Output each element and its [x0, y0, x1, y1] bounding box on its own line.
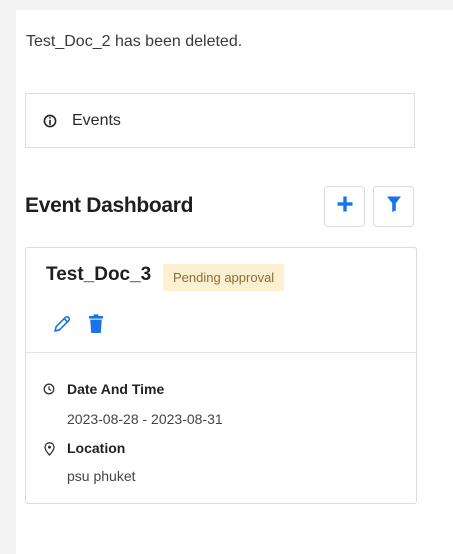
location-pin-icon [44, 442, 55, 461]
events-section[interactable]: Events [25, 93, 415, 148]
delete-icon[interactable] [88, 314, 104, 339]
location-label: Location [67, 440, 126, 456]
add-event-button[interactable] [324, 186, 365, 227]
deletion-notice: Test_Doc_2 has been deleted. [26, 33, 243, 50]
date-value: 2023-08-28 - 2023-08-31 [67, 411, 223, 427]
plus-icon [336, 195, 354, 218]
status-badge: Pending approval [163, 264, 285, 291]
event-name: Test_Doc_3 [46, 264, 152, 285]
app-frame: Test_Doc_2 has been deleted. Events Even… [0, 0, 453, 554]
clock-icon [43, 382, 55, 400]
dashboard-title: Event Dashboard [25, 194, 194, 217]
date-label: Date And Time [67, 381, 165, 397]
filter-icon [386, 195, 402, 218]
card-divider [26, 352, 416, 353]
event-card[interactable]: Test_Doc_3 Pending approval Date And Tim… [25, 247, 417, 504]
events-label: Events [72, 112, 121, 129]
filter-button[interactable] [373, 186, 414, 227]
edit-icon[interactable] [52, 314, 72, 339]
info-icon [43, 114, 57, 128]
location-value: psu phuket [67, 468, 136, 484]
